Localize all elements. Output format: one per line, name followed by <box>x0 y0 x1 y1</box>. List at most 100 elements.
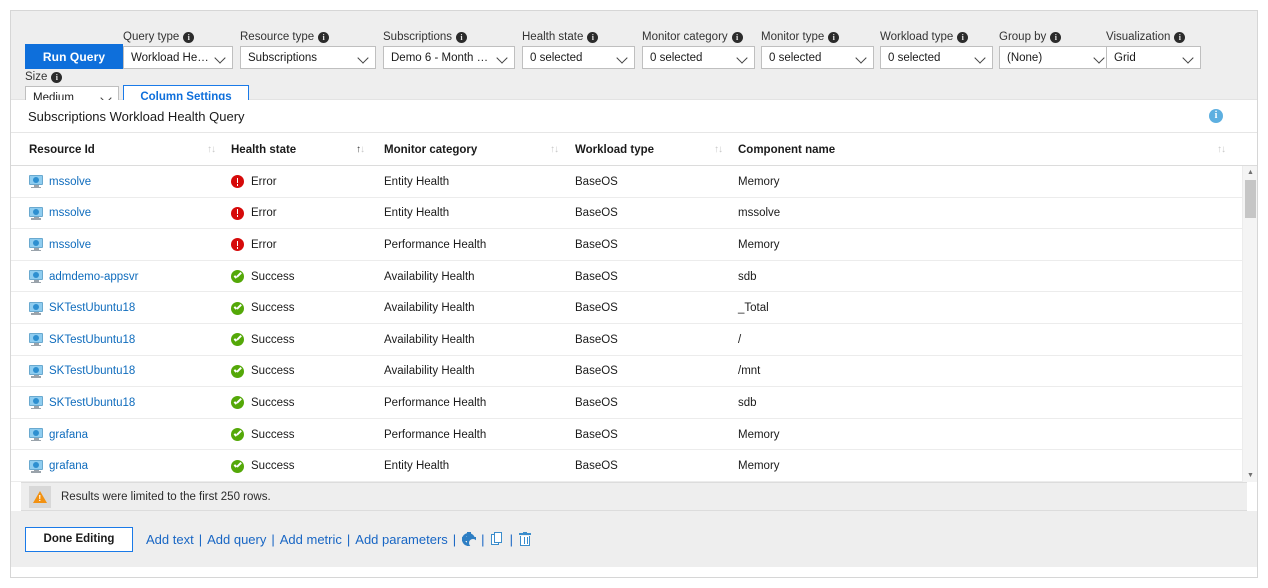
separator: | <box>509 531 513 547</box>
control-monitor-category-label-text: Monitor category <box>642 31 728 43</box>
column-header-resource-id[interactable]: Resource Id <box>29 133 95 166</box>
control-health-state-label-text: Health state <box>522 31 584 43</box>
copy-icon[interactable] <box>490 532 505 547</box>
cell-monitor-category: Entity Health <box>384 175 450 188</box>
health-state-text: Success <box>251 460 295 473</box>
monitor-category-select[interactable]: 0 selected <box>642 46 755 69</box>
resource-link[interactable]: mssolve <box>49 176 91 188</box>
add-query-link[interactable]: Add query <box>207 532 266 547</box>
health-state-text: Success <box>251 396 295 409</box>
add-parameters-link[interactable]: Add parameters <box>355 532 448 547</box>
info-icon[interactable]: i <box>1050 31 1062 43</box>
table-row[interactable]: SKTestUbuntu18 Success Availability Health… <box>11 355 1257 388</box>
cell-workload-type: BaseOS <box>575 175 618 188</box>
column-header-health-state[interactable]: Health state <box>231 133 296 166</box>
info-icon[interactable]: i <box>456 31 468 43</box>
cell-component-name: Memory <box>738 238 780 251</box>
add-metric-link[interactable]: Add metric <box>280 532 342 547</box>
monitor-type-select[interactable]: 0 selected <box>761 46 874 69</box>
cell-resource-id: admdemo-appsvr <box>29 261 138 293</box>
info-icon[interactable]: i <box>731 31 743 43</box>
health-state-text: Error <box>251 238 277 251</box>
workload-type-select[interactable]: 0 selected <box>880 46 993 69</box>
sort-toggle-monitor-category[interactable]: ↑ ↓ <box>550 133 559 166</box>
cell-monitor-category: Availability Health <box>384 333 475 346</box>
resource-link[interactable]: SKTestUbuntu18 <box>49 365 135 377</box>
control-visualization-label-text: Visualization <box>1106 31 1171 43</box>
success-icon <box>231 396 244 410</box>
table-row[interactable]: SKTestUbuntu18 Success Availability Health… <box>11 292 1257 324</box>
info-icon[interactable]: i <box>183 31 195 43</box>
cell-health-state: Success <box>231 387 294 419</box>
table-row[interactable]: admdemo-appsvr Success Availability Health… <box>11 260 1257 293</box>
grid-vertical-scrollbar[interactable]: ▲ ▼ <box>1242 166 1257 482</box>
sort-toggle-component-name[interactable]: ↑ ↓ <box>1217 133 1226 166</box>
info-icon[interactable]: i <box>587 31 599 43</box>
scrollbar-thumb[interactable] <box>1245 180 1256 218</box>
chevron-down-icon <box>215 52 226 63</box>
resource-link[interactable]: SKTestUbuntu18 <box>49 397 135 409</box>
info-icon[interactable]: i <box>828 31 840 43</box>
error-icon <box>231 238 244 252</box>
cell-component-name: sdb <box>738 270 757 283</box>
resource-link[interactable]: grafana <box>49 429 88 441</box>
table-row[interactable]: SKTestUbuntu18 Success Availability Health… <box>11 323 1257 356</box>
column-header-monitor-category[interactable]: Monitor category <box>384 133 477 166</box>
resource-type-select[interactable]: Subscriptions <box>240 46 376 69</box>
resource-link[interactable]: grafana <box>49 460 88 472</box>
warning-banner: Results were limited to the first 250 ro… <box>21 482 1247 511</box>
column-header-workload-type[interactable]: Workload type <box>575 133 654 166</box>
info-icon[interactable]: i <box>1209 109 1223 123</box>
visualization-select[interactable]: Grid <box>1106 46 1201 69</box>
done-editing-button[interactable]: Done Editing <box>25 526 133 552</box>
health-state-select[interactable]: 0 selected <box>522 46 635 69</box>
cell-resource-id: mssolve <box>29 198 91 230</box>
results-grid: Resource Id ↑ ↓ Health state ↑ ↓ Monitor c… <box>11 133 1257 482</box>
virtual-machine-icon <box>29 238 43 252</box>
cell-monitor-category: Entity Health <box>384 460 450 473</box>
warning-triangle-icon <box>29 485 51 508</box>
info-icon[interactable]: i <box>318 31 330 43</box>
health-state-text: Success <box>251 428 295 441</box>
cell-component-name: /mnt <box>738 365 761 378</box>
trash-icon[interactable] <box>518 531 533 547</box>
resource-link[interactable]: mssolve <box>49 207 91 219</box>
resource-link[interactable]: SKTestUbuntu18 <box>49 334 135 346</box>
sort-toggle-resource-id[interactable]: ↑ ↓ <box>207 133 216 166</box>
info-icon[interactable]: i <box>957 31 969 43</box>
scroll-up-arrow-icon[interactable]: ▲ <box>1243 166 1257 179</box>
table-row[interactable]: SKTestUbuntu18 Success Performance Health B… <box>11 387 1257 419</box>
subscriptions-select[interactable]: Demo 6 - Month Plan <box>383 46 515 69</box>
table-row[interactable]: grafana Success Performance Health BaseOS Me… <box>11 418 1257 451</box>
sort-toggle-workload-type[interactable]: ↑ ↓ <box>714 133 723 166</box>
control-group-by: Group by i (None) <box>999 30 1112 69</box>
gear-icon[interactable] <box>461 532 477 547</box>
table-row[interactable]: mssolve Error Entity Health BaseOS mssolve <box>11 197 1257 230</box>
add-text-link[interactable]: Add text <box>146 532 194 547</box>
table-row[interactable]: grafana Success Entity Health BaseOS Memory <box>11 450 1257 482</box>
virtual-machine-icon <box>29 301 43 315</box>
resource-link[interactable]: admdemo-appsvr <box>49 271 138 283</box>
chevron-down-icon <box>975 52 986 63</box>
cell-workload-type: BaseOS <box>575 460 618 473</box>
column-header-component-name[interactable]: Component name <box>738 133 835 166</box>
cell-monitor-category: Performance Health <box>384 396 487 409</box>
cell-component-name: mssolve <box>738 207 781 220</box>
sort-toggle-health-state[interactable]: ↑ ↓ <box>356 133 365 166</box>
scroll-down-arrow-icon[interactable]: ▼ <box>1243 469 1257 482</box>
cell-resource-id: SKTestUbuntu18 <box>29 356 135 388</box>
table-row[interactable]: mssolve Error Entity Health BaseOS Memory <box>11 166 1257 198</box>
query-type-select[interactable]: Workload Health <box>123 46 233 69</box>
group-by-value: (None) <box>1007 51 1043 64</box>
cell-resource-id: grafana <box>29 419 88 451</box>
info-icon[interactable]: i <box>51 71 63 83</box>
cell-monitor-category: Performance Health <box>384 238 487 251</box>
info-icon[interactable]: i <box>1174 31 1186 43</box>
virtual-machine-icon <box>29 206 43 220</box>
cell-monitor-category: Availability Health <box>384 302 475 315</box>
table-row[interactable]: mssolve Error Performance Health BaseOS Memo… <box>11 229 1257 261</box>
resource-link[interactable]: mssolve <box>49 239 91 251</box>
group-by-select[interactable]: (None) <box>999 46 1112 69</box>
resource-link[interactable]: SKTestUbuntu18 <box>49 302 135 314</box>
run-query-button[interactable]: Run Query <box>25 44 123 69</box>
